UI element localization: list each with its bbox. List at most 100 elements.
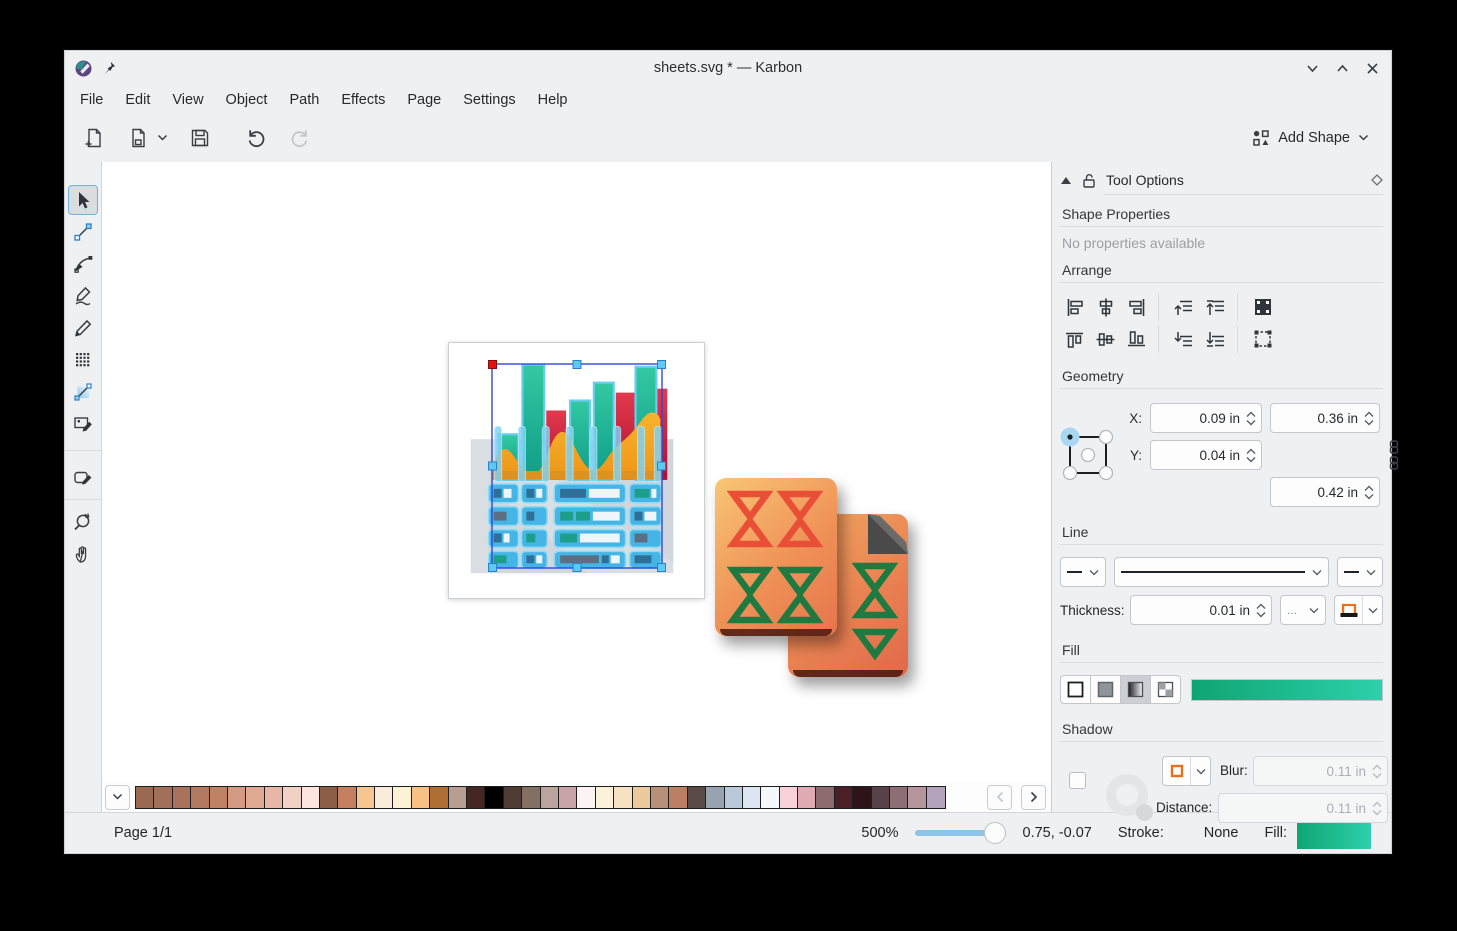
x-position-input[interactable]: 0.09 in xyxy=(1150,403,1262,433)
gradient-tool-icon[interactable] xyxy=(68,377,98,407)
palette-swatch[interactable] xyxy=(743,787,761,808)
palette-chooser-chevron-icon[interactable] xyxy=(105,785,130,810)
palette-swatch[interactable] xyxy=(154,787,172,808)
palette-swatch[interactable] xyxy=(614,787,632,808)
spinner-arrows-icon[interactable] xyxy=(1256,603,1266,618)
zoom-tool-icon[interactable] xyxy=(68,507,98,537)
palette-swatch[interactable] xyxy=(283,787,301,808)
canvas[interactable] xyxy=(102,162,1051,782)
undo-icon[interactable] xyxy=(241,123,271,153)
menu-view[interactable]: View xyxy=(161,88,214,112)
chevron-down-icon[interactable] xyxy=(1363,596,1382,624)
spinner-arrows-icon[interactable] xyxy=(1364,411,1374,426)
palette-swatch[interactable] xyxy=(412,787,430,808)
palette-swatch[interactable] xyxy=(375,787,393,808)
menu-file[interactable]: File xyxy=(69,88,114,112)
open-recent-chevron-icon[interactable] xyxy=(153,123,171,153)
palette-swatch[interactable] xyxy=(191,787,209,808)
palette-swatch[interactable] xyxy=(210,787,228,808)
menu-object[interactable]: Object xyxy=(215,88,279,112)
palette-swatch[interactable] xyxy=(246,787,264,808)
pencil-tool-icon[interactable] xyxy=(68,313,98,343)
palette-swatch[interactable] xyxy=(173,787,191,808)
palette-swatch[interactable] xyxy=(890,787,908,808)
shadow-enable-checkbox[interactable] xyxy=(1069,772,1086,789)
width-input[interactable]: 0.36 in xyxy=(1270,403,1380,433)
spinner-arrows-icon[interactable] xyxy=(1364,485,1374,500)
float-dock-icon[interactable] xyxy=(1371,174,1383,186)
palette-scroll-right-icon[interactable] xyxy=(1021,785,1046,810)
menu-edit[interactable]: Edit xyxy=(114,88,161,112)
palette-swatch[interactable] xyxy=(449,787,467,808)
palette-swatch[interactable] xyxy=(136,787,154,808)
menu-path[interactable]: Path xyxy=(278,88,330,112)
fill-solid-button[interactable] xyxy=(1090,675,1121,704)
align-top-icon[interactable] xyxy=(1060,325,1090,353)
palette-swatch[interactable] xyxy=(651,787,669,808)
palette-swatch[interactable] xyxy=(393,787,411,808)
y-position-input[interactable]: 0.04 in xyxy=(1150,440,1262,470)
palette-swatch[interactable] xyxy=(798,787,816,808)
raise-icon[interactable] xyxy=(1169,293,1199,321)
save-icon[interactable] xyxy=(185,123,215,153)
keep-aspect-ratio-icon[interactable] xyxy=(1388,440,1400,454)
line-cap-style-button[interactable] xyxy=(1334,595,1383,625)
pattern-tool-icon[interactable] xyxy=(68,345,98,375)
send-to-back-icon[interactable] xyxy=(1201,325,1231,353)
minimize-icon[interactable] xyxy=(1303,59,1321,77)
palette-swatch[interactable] xyxy=(504,787,522,808)
titlebar[interactable]: sheets.svg * — Karbon xyxy=(65,51,1391,85)
palette-swatch[interactable] xyxy=(320,787,338,808)
menu-help[interactable]: Help xyxy=(527,88,579,112)
center-horizontally-icon[interactable] xyxy=(1091,293,1121,321)
close-icon[interactable] xyxy=(1363,59,1381,77)
palette-swatch[interactable] xyxy=(357,787,375,808)
palette-swatch[interactable] xyxy=(577,787,595,808)
pattern-editing-tool-icon[interactable] xyxy=(68,409,98,439)
palette-swatch[interactable] xyxy=(816,787,834,808)
align-right-icon[interactable] xyxy=(1122,293,1152,321)
align-left-icon[interactable] xyxy=(1060,293,1090,321)
selection-tool-icon[interactable] xyxy=(68,185,98,215)
palette-swatch[interactable] xyxy=(596,787,614,808)
menu-effects[interactable]: Effects xyxy=(330,88,396,112)
line-end-marker-select[interactable] xyxy=(1337,557,1383,587)
thickness-input[interactable]: 0.01 in xyxy=(1130,595,1272,625)
align-bottom-icon[interactable] xyxy=(1122,325,1152,353)
spinner-arrows-icon[interactable] xyxy=(1246,411,1256,426)
collapse-dock-icon[interactable] xyxy=(1060,176,1072,185)
keep-aspect-ratio-icon[interactable] xyxy=(1388,456,1400,470)
shape-editing-tool-icon[interactable] xyxy=(68,462,98,492)
menu-page[interactable]: Page xyxy=(396,88,452,112)
dash-pattern-select[interactable]: ... xyxy=(1280,595,1326,625)
fill-gradient-button[interactable] xyxy=(1120,675,1151,704)
anchor-position-selector[interactable] xyxy=(1060,427,1116,483)
spinner-arrows-icon[interactable] xyxy=(1246,448,1256,463)
palette-swatch[interactable] xyxy=(688,787,706,808)
ungroup-icon[interactable] xyxy=(1248,325,1278,353)
palette-swatch[interactable] xyxy=(559,787,577,808)
zoom-slider[interactable] xyxy=(915,830,995,836)
bezier-curve-tool-icon[interactable] xyxy=(68,249,98,279)
palette-swatch[interactable] xyxy=(835,787,853,808)
document-page[interactable] xyxy=(448,342,705,599)
sheets-document-icon-front[interactable] xyxy=(715,478,837,636)
center-vertically-icon[interactable] xyxy=(1091,325,1121,353)
palette-swatch[interactable] xyxy=(541,787,559,808)
palette-swatch[interactable] xyxy=(338,787,356,808)
shadow-color-button[interactable] xyxy=(1162,756,1211,786)
palette-swatch[interactable] xyxy=(485,787,503,808)
lower-icon[interactable] xyxy=(1169,325,1199,353)
line-style-select[interactable] xyxy=(1114,557,1329,587)
open-document-icon[interactable] xyxy=(123,123,153,153)
palette-swatch[interactable] xyxy=(265,787,283,808)
pin-icon[interactable] xyxy=(102,61,116,75)
bring-to-front-icon[interactable] xyxy=(1201,293,1231,321)
add-shape-button[interactable]: Add Shape xyxy=(1244,124,1377,152)
path-editing-tool-icon[interactable] xyxy=(68,217,98,247)
maximize-icon[interactable] xyxy=(1333,59,1351,77)
palette-swatch[interactable] xyxy=(302,787,320,808)
palette-swatch[interactable] xyxy=(761,787,779,808)
palette-swatch[interactable] xyxy=(872,787,890,808)
line-start-marker-select[interactable] xyxy=(1060,557,1106,587)
